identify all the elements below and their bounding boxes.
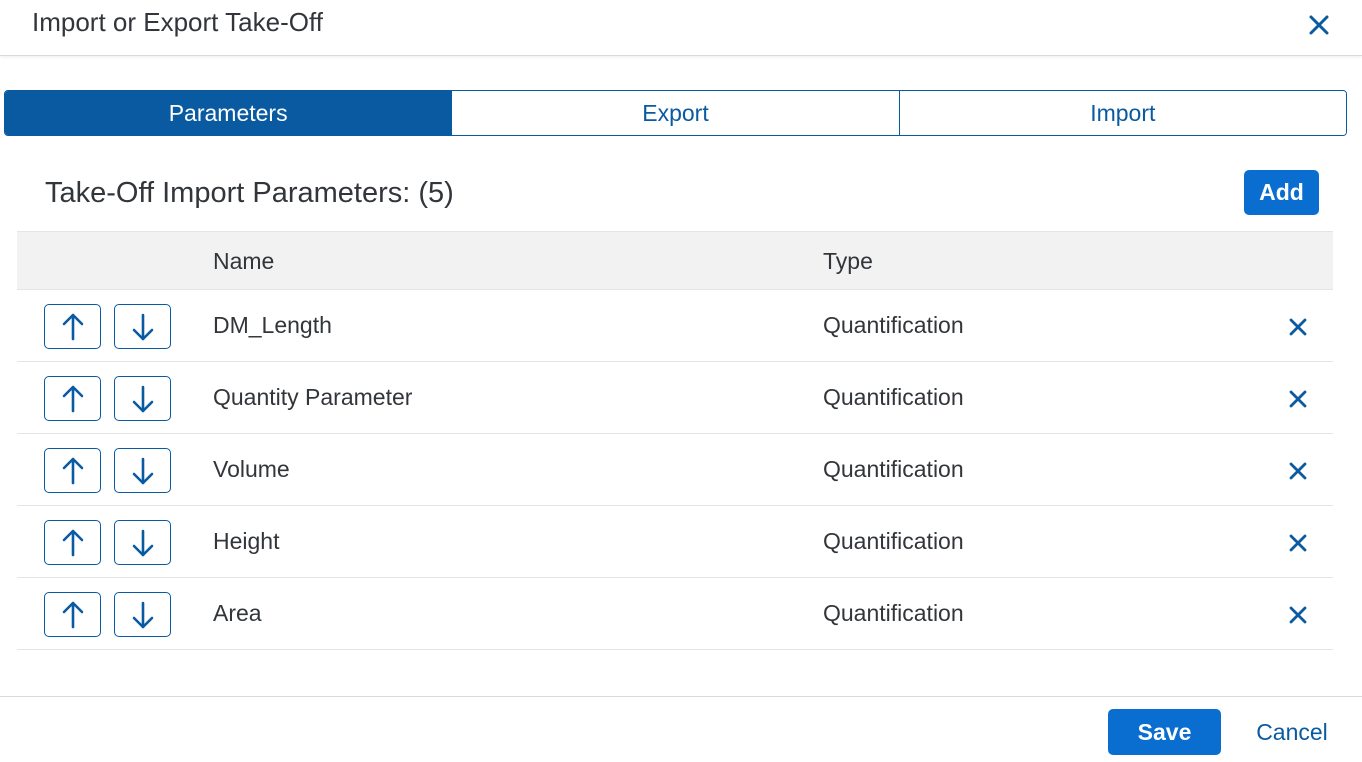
- arrow-up-icon: [61, 528, 85, 558]
- delete-icon: [1288, 533, 1308, 553]
- delete-row-button[interactable]: [1283, 384, 1313, 414]
- arrow-down-icon: [131, 312, 155, 342]
- arrow-down-icon: [131, 456, 155, 486]
- arrow-down-icon: [131, 600, 155, 630]
- add-button[interactable]: Add: [1244, 170, 1319, 215]
- parameter-type: Quantification: [823, 600, 964, 626]
- arrow-up-icon: [61, 456, 85, 486]
- arrow-up-icon: [61, 384, 85, 414]
- arrow-up-icon: [61, 312, 85, 342]
- parameter-name: Quantity Parameter: [213, 384, 413, 410]
- delete-row-button[interactable]: [1283, 456, 1313, 486]
- tab-import[interactable]: Import: [899, 91, 1346, 135]
- parameter-type: Quantification: [823, 528, 964, 554]
- arrow-down-icon: [131, 528, 155, 558]
- table-row: Quantity Parameter Quantification: [17, 362, 1333, 434]
- table-row: Volume Quantification: [17, 434, 1333, 506]
- parameter-type: Quantification: [823, 312, 964, 338]
- table-body: DM_Length Quantification Quantity Paramete…: [17, 290, 1333, 650]
- tab-bar: Parameters Export Import: [4, 90, 1347, 136]
- parameter-name: Volume: [213, 456, 290, 482]
- section-title: Take-Off Import Parameters: (5): [45, 177, 454, 209]
- delete-icon: [1288, 389, 1308, 409]
- parameter-type: Quantification: [823, 384, 964, 410]
- table-row: Height Quantification: [17, 506, 1333, 578]
- delete-icon: [1288, 605, 1308, 625]
- move-down-button[interactable]: [114, 448, 171, 493]
- delete-row-button[interactable]: [1283, 312, 1313, 342]
- dialog-footer: Save Cancel: [0, 696, 1362, 762]
- dialog-header: Import or Export Take-Off: [0, 0, 1362, 56]
- save-button[interactable]: Save: [1108, 709, 1221, 755]
- move-down-button[interactable]: [114, 376, 171, 421]
- parameter-name: Height: [213, 528, 280, 554]
- arrow-up-icon: [61, 600, 85, 630]
- cancel-button[interactable]: Cancel: [1244, 709, 1340, 755]
- table-row: Area Quantification: [17, 578, 1333, 650]
- move-down-button[interactable]: [114, 304, 171, 349]
- column-header-type: Type: [823, 248, 873, 274]
- column-header-name: Name: [213, 248, 275, 274]
- parameter-type: Quantification: [823, 456, 964, 482]
- arrow-down-icon: [131, 384, 155, 414]
- delete-row-button[interactable]: [1283, 600, 1313, 630]
- table-row: DM_Length Quantification: [17, 290, 1333, 362]
- move-down-button[interactable]: [114, 520, 171, 565]
- parameter-name: DM_Length: [213, 312, 332, 338]
- dialog-title: Import or Export Take-Off: [32, 7, 323, 37]
- delete-icon: [1288, 461, 1308, 481]
- delete-icon: [1288, 317, 1308, 337]
- close-icon: [1309, 15, 1329, 35]
- table-header: Name Type: [17, 231, 1333, 290]
- delete-row-button[interactable]: [1283, 528, 1313, 558]
- move-down-button[interactable]: [114, 592, 171, 637]
- parameters-table: Name Type DM_Length Quantification Quantit…: [17, 231, 1333, 650]
- move-up-button[interactable]: [44, 448, 101, 493]
- tab-parameters[interactable]: Parameters: [5, 91, 453, 135]
- move-up-button[interactable]: [44, 376, 101, 421]
- close-button[interactable]: [1302, 8, 1336, 42]
- tab-export[interactable]: Export: [452, 91, 900, 135]
- move-up-button[interactable]: [44, 592, 101, 637]
- parameter-name: Area: [213, 600, 262, 626]
- move-up-button[interactable]: [44, 520, 101, 565]
- move-up-button[interactable]: [44, 304, 101, 349]
